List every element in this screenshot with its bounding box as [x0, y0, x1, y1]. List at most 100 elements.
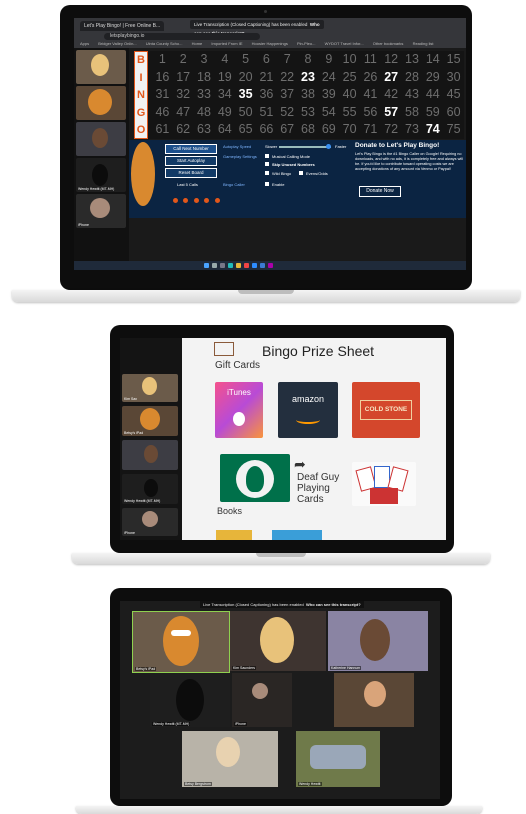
participant-video[interactable]: [334, 673, 414, 727]
participant-video[interactable]: Betsy's iPad: [132, 611, 230, 673]
windows-start-icon[interactable]: [204, 263, 209, 268]
bingo-number: 75: [446, 122, 461, 137]
participant-video[interactable]: Wendy Hewitt (MT-MH): [150, 673, 230, 727]
bingo-number-grid: 1 2 3 4 5 6 7 8 9 10 11 12 13 14 15 16 17 18 19 20 21 22 23 24 2…: [152, 51, 464, 139]
bingo-number: 28: [405, 69, 419, 84]
bingo-number: 17: [176, 69, 191, 84]
participant-face: [144, 445, 158, 463]
skip-unused-checkbox[interactable]: [265, 162, 269, 166]
participant-video[interactable]: [76, 50, 126, 84]
wild-bingo-checkbox[interactable]: [265, 171, 269, 175]
participant-video[interactable]: Betsy Bergstrom: [182, 731, 278, 787]
participant-video[interactable]: Wendy Hewitt: [296, 731, 380, 787]
participant-video[interactable]: Betsy's iPad: [122, 406, 178, 436]
zoom-icon[interactable]: [252, 263, 257, 268]
participant-video[interactable]: iPhone: [232, 673, 292, 727]
bingo-number: 39: [321, 87, 336, 102]
bookmark-item[interactable]: WYDOT Travel Infor...: [325, 41, 364, 46]
evens-odds-label: Evens/Odds: [306, 171, 328, 176]
bingo-number: 48: [197, 104, 211, 119]
bingo-number: 47: [176, 104, 191, 119]
bingo-letter: G: [136, 106, 146, 119]
participant-face: [92, 128, 108, 148]
bingo-number: 41: [363, 87, 378, 102]
bingo-number: 30: [446, 69, 461, 84]
participant-video[interactable]: Wendy Hewitt (MT-MH): [76, 158, 126, 192]
bingo-number: 38: [301, 87, 315, 102]
speed-slider-handle[interactable]: [326, 144, 331, 149]
participant-video[interactable]: [122, 440, 178, 470]
bingo-letter: B: [137, 54, 145, 66]
bingo-number: 36: [259, 87, 274, 102]
skip-unused-label: Skip Unused Numbers: [272, 162, 315, 167]
bingo-number: 70: [342, 122, 357, 137]
laptop-3: Live Transcription (Closed Captioning) h…: [68, 588, 492, 814]
bookmark-item[interactable]: Pin-Pleo...: [297, 41, 315, 46]
mail-icon[interactable]: [260, 263, 265, 268]
participant-video[interactable]: iPhone: [122, 508, 178, 536]
participant-name: Kim Saunders: [232, 666, 256, 670]
participant-video[interactable]: [76, 86, 126, 120]
call-next-button[interactable]: Call Next Number: [165, 144, 217, 154]
bingo-number: 60: [446, 104, 461, 119]
start-autoplay-button[interactable]: Start Autoplay: [165, 156, 217, 166]
participant-video[interactable]: Kim Saunders: [230, 611, 326, 671]
bingo-number: 73: [405, 122, 419, 137]
participant-video[interactable]: Katherine Hannum: [328, 611, 428, 671]
bingo-number: 69: [321, 122, 336, 137]
bookmark-item[interactable]: Uinta County Scho...: [146, 41, 183, 46]
donate-now-button[interactable]: Donate Now: [359, 186, 401, 197]
bookmark-item[interactable]: Hoosier Happenings: [252, 41, 288, 46]
participant-face: [163, 616, 199, 666]
laptop-1-screen: Let's Play Bingo! | Free Online B... Liv…: [74, 18, 466, 270]
bookmark-item[interactable]: Home: [192, 41, 203, 46]
musical-calling-checkbox[interactable]: [265, 154, 269, 158]
participant-video[interactable]: Kim Sax: [122, 374, 178, 402]
bingo-number: 63: [197, 122, 211, 137]
evens-odds-checkbox[interactable]: [299, 171, 303, 175]
taskview-icon[interactable]: [220, 263, 225, 268]
bingo-number: 11: [363, 52, 377, 66]
participant-face: [91, 54, 109, 76]
slower-label: Slower: [265, 144, 278, 149]
bookmark-item[interactable]: Other bookmarks: [373, 41, 404, 46]
participant-name: Wendy Hewitt (MT-MH): [124, 499, 161, 503]
books-heading: Books: [217, 506, 243, 516]
chrome-icon[interactable]: [244, 263, 249, 268]
bookmark-item[interactable]: Bridger Valley Onlin...: [98, 41, 136, 46]
explorer-icon[interactable]: [236, 263, 241, 268]
participant-face: [90, 198, 110, 218]
bingo-number: 68: [301, 122, 315, 137]
bingo-number-called: 35: [238, 87, 253, 102]
speed-slider[interactable]: [279, 144, 331, 149]
browser-tab[interactable]: Let's Play Bingo! | Free Online B...: [80, 21, 165, 31]
transcription-banner: Live Transcription (Closed Captioning) h…: [200, 601, 364, 608]
participant-video[interactable]: iPhone: [76, 194, 126, 228]
bingo-number: 19: [217, 69, 232, 84]
bingo-number: 52: [280, 104, 295, 119]
url-bar[interactable]: letsplaybingo.io: [104, 33, 260, 40]
search-icon[interactable]: [212, 263, 217, 268]
participant-video[interactable]: [76, 122, 126, 156]
bingo-board: BINGO 1 2 3 4 5 6 7 8 9 10 11 12 13 14 15 16 17 18 19 20 21 2…: [134, 51, 464, 139]
bingo-number-called: 27: [384, 69, 399, 84]
bingo-number: 43: [405, 87, 419, 102]
bingo-number: 56: [363, 104, 378, 119]
enable-caller-checkbox[interactable]: [265, 182, 269, 186]
video-sidebar: Kim Sax Betsy's iPad Wendy Hewitt (MT-MH…: [120, 338, 182, 540]
bingo-number-called: 74: [425, 122, 440, 137]
bingo-number: 20: [238, 69, 253, 84]
bookmark-item[interactable]: Imported From IE: [211, 41, 242, 46]
bookmark-item[interactable]: Reading list: [413, 41, 434, 46]
reset-board-button[interactable]: Reset Board: [165, 168, 217, 178]
edge-icon[interactable]: [228, 263, 233, 268]
laptop-1-notch: [238, 290, 294, 294]
participant-video[interactable]: Wendy Hewitt (MT-MH): [122, 474, 178, 504]
bingo-number: 49: [217, 104, 232, 119]
apple-logo-icon: [233, 412, 245, 426]
bingo-number: 10: [342, 52, 357, 66]
bingo-number: 21: [259, 69, 274, 84]
app-icon[interactable]: [268, 263, 273, 268]
bookmark-item[interactable]: Apps: [80, 41, 89, 46]
amazon-label: amazon: [291, 394, 325, 404]
